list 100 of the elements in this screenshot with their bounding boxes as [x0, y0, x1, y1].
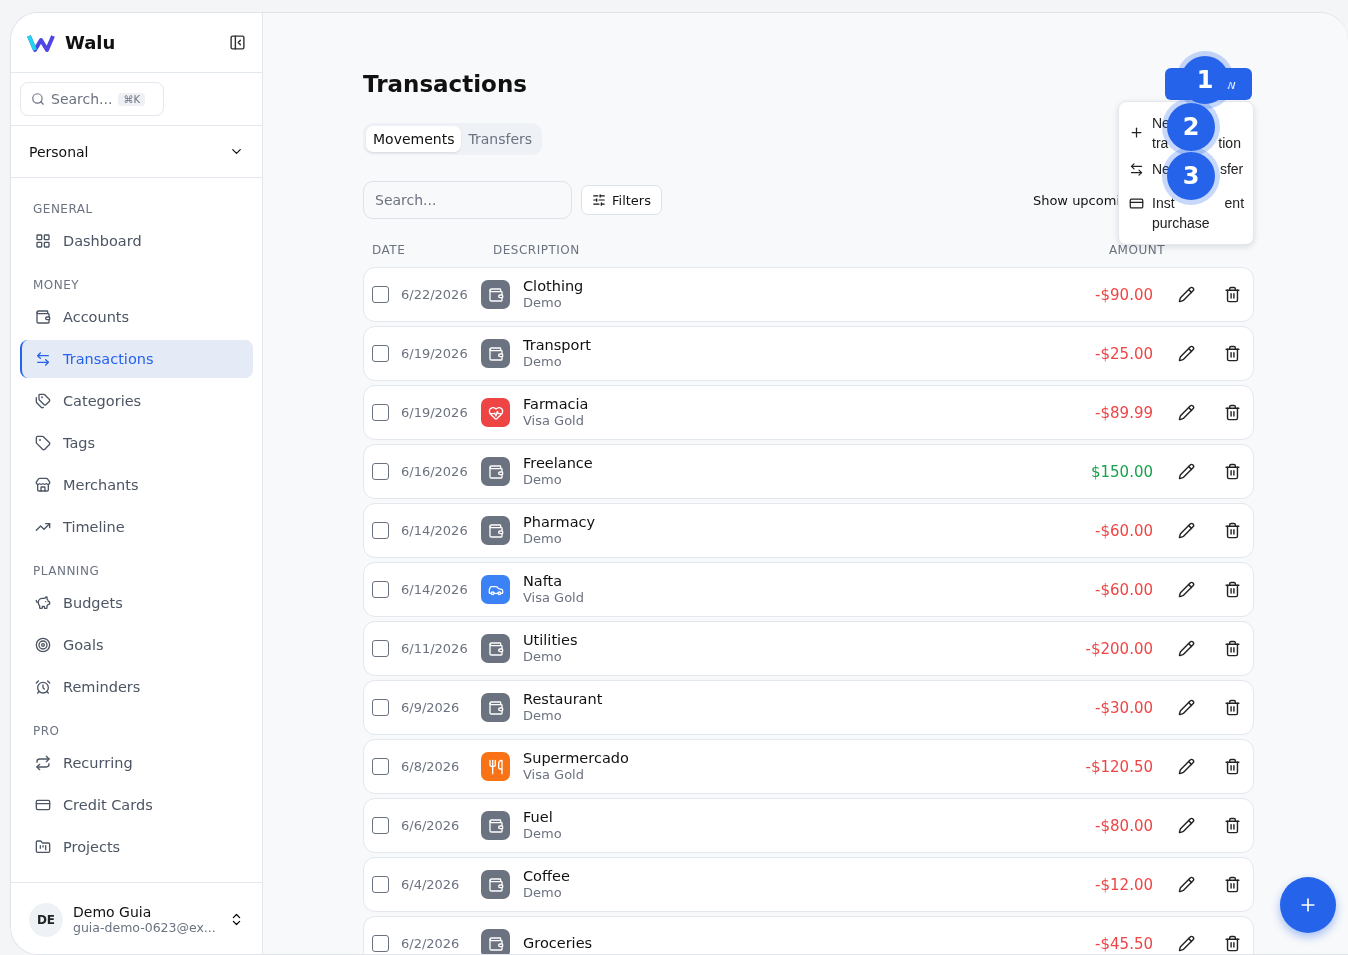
app-name: Walu [65, 32, 117, 53]
row-checkbox[interactable] [372, 640, 389, 657]
transaction-date: 6/19/2026 [401, 405, 469, 420]
transaction-date: 6/14/2026 [401, 582, 469, 597]
transaction-row[interactable]: 6/19/2026 Transport Demo -$25.00 [363, 326, 1254, 381]
nav-item[interactable]: Reminders [20, 668, 253, 706]
nav-item[interactable]: Timeline [20, 508, 253, 546]
menu-item-text[interactable]: tra [1152, 133, 1169, 153]
row-checkbox[interactable] [372, 817, 389, 834]
row-checkbox[interactable] [372, 935, 389, 952]
page-title: Transactions [363, 71, 527, 97]
transaction-amount: -$25.00 [1094, 344, 1153, 363]
transaction-date: 6/2/2026 [401, 936, 461, 951]
transaction-row[interactable]: 6/8/2026 Supermercado Visa Gold -$120.50 [363, 739, 1254, 794]
nav-icon [35, 309, 51, 325]
transaction-title: Supermercado [523, 750, 630, 767]
nav-item[interactable]: Tags [20, 424, 253, 462]
account-name: Demo [523, 472, 563, 488]
transaction-title: Nafta [523, 573, 564, 590]
filters-button[interactable]: Filters [581, 185, 662, 215]
row-checkbox[interactable] [372, 463, 389, 480]
transaction-date: 6/14/2026 [401, 523, 469, 538]
transaction-amount: -$200.00 [1084, 639, 1153, 658]
transaction-date: 6/19/2026 [401, 346, 469, 361]
search-placeholder: Search... [51, 91, 113, 107]
nav-icon [35, 797, 51, 813]
menu-item-text[interactable]: sfer [1219, 159, 1244, 179]
nav-item[interactable]: Recurring [20, 744, 253, 782]
account-name: Visa Gold [523, 767, 585, 783]
nav-item[interactable]: Credit Cards [20, 786, 253, 824]
transaction-title: Transport [523, 337, 593, 354]
user-email: guia-demo-0623@ex... [73, 920, 217, 935]
transaction-title: Pharmacy [523, 514, 597, 531]
menu-item-text[interactable]: purchase [1152, 213, 1210, 233]
nav-item[interactable]: Accounts [20, 298, 253, 336]
nav-item[interactable]: Dashboard [20, 222, 253, 260]
nav-item[interactable]: Categories [20, 382, 253, 420]
section-title: PLANNING [32, 563, 101, 580]
row-checkbox[interactable] [372, 581, 389, 598]
search-field[interactable]: Search... [363, 181, 572, 219]
column-header: DATE [372, 243, 407, 257]
menu-item-text[interactable]: ent [1224, 193, 1245, 213]
transaction-row[interactable]: 6/11/2026 Utilities Demo -$200.00 [363, 621, 1254, 676]
transaction-date: 6/6/2026 [401, 818, 461, 833]
account-name: Demo [523, 885, 563, 901]
account-name: Demo [523, 826, 563, 842]
row-checkbox[interactable] [372, 758, 389, 775]
row-checkbox[interactable] [372, 876, 389, 893]
transaction-row[interactable]: 6/4/2026 Coffee Demo -$12.00 [363, 857, 1254, 912]
nav-item[interactable]: Transactions [20, 340, 253, 378]
transaction-amount: -$80.00 [1094, 816, 1153, 835]
transaction-date: 6/16/2026 [401, 464, 469, 479]
transaction-row[interactable]: 6/9/2026 Restaurant Demo -$30.00 [363, 680, 1254, 735]
arrows-icon [1129, 162, 1144, 177]
transaction-row[interactable]: 6/16/2026 Freelance Demo $150.00 [363, 444, 1254, 499]
transaction-row[interactable]: 6/22/2026 Clothing Demo -$90.00 [363, 267, 1254, 322]
nav-item[interactable]: Merchants [20, 466, 253, 504]
row-checkbox[interactable] [372, 286, 389, 303]
collapse-sidebar-icon[interactable] [229, 34, 246, 51]
plus-icon [1129, 125, 1144, 140]
nav-item[interactable]: Budgets [20, 584, 253, 622]
menu-item-text[interactable]: tion [1218, 133, 1241, 153]
transaction-title: Farmacia [523, 396, 590, 413]
tab[interactable]: Transfers [461, 126, 540, 152]
transaction-amount: -$60.00 [1094, 580, 1153, 599]
transaction-title: Fuel [523, 809, 554, 826]
nav-item[interactable]: Goals [20, 626, 253, 664]
transaction-amount: $150.00 [1089, 462, 1153, 481]
account-name: Demo [523, 531, 563, 547]
nav-icon [35, 477, 51, 493]
transaction-title: Clothing [523, 278, 585, 295]
account-name: Demo [523, 708, 563, 724]
logo-icon [27, 32, 55, 53]
transaction-amount: -$89.99 [1094, 403, 1153, 422]
sliders-icon [592, 193, 606, 207]
nav-icon [35, 435, 51, 451]
tab[interactable]: Movements [366, 126, 462, 152]
sidebar-search-field[interactable]: Search... ⌘K [20, 82, 164, 116]
row-checkbox[interactable] [372, 699, 389, 716]
nav-icon [35, 351, 51, 367]
shortcut-hint: ⌘K [118, 92, 145, 106]
search-icon [31, 92, 45, 106]
add-button[interactable] [1280, 877, 1336, 933]
nav-item[interactable]: Projects [20, 828, 253, 866]
transaction-row[interactable]: 6/14/2026 Pharmacy Demo -$60.00 [363, 503, 1254, 558]
transaction-row[interactable]: 6/14/2026 Nafta Visa Gold -$60.00 [363, 562, 1254, 617]
transaction-amount: -$12.00 [1094, 875, 1153, 894]
workspace-selector[interactable]: Personal [11, 126, 262, 178]
row-checkbox[interactable] [372, 522, 389, 539]
transaction-row[interactable]: 6/6/2026 Fuel Demo -$80.00 [363, 798, 1254, 853]
menu-item-text[interactable]: Ne [1152, 159, 1170, 179]
row-checkbox[interactable] [372, 404, 389, 421]
nav-icon [35, 393, 51, 409]
transaction-row[interactable]: 6/19/2026 Farmacia Visa Gold -$89.99 [363, 385, 1254, 440]
row-checkbox[interactable] [372, 345, 389, 362]
transaction-row[interactable]: 6/2/2026 Groceries -$45.50 [363, 916, 1254, 954]
account-name: Visa Gold [523, 413, 585, 429]
nav-icon [35, 755, 51, 771]
account-name: Visa Gold [523, 590, 585, 606]
section-title: GENERAL [32, 201, 94, 218]
